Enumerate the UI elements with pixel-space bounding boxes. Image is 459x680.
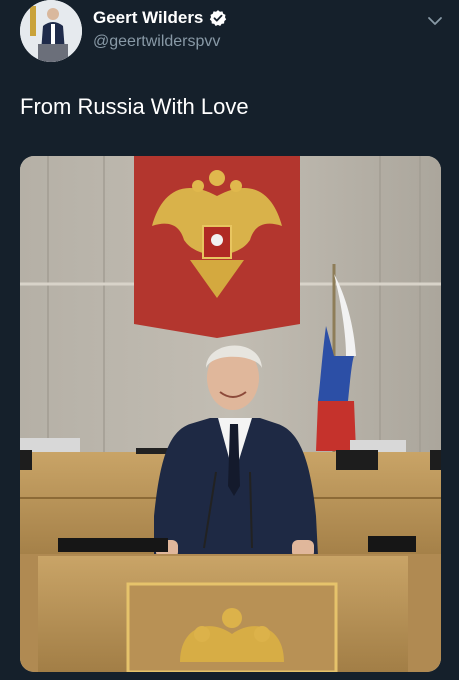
duma-podium-photo [20, 156, 441, 672]
author-display-name[interactable]: Geert Wilders [93, 8, 203, 28]
person-at-podium-avatar-icon [20, 0, 82, 62]
author-name-row: Geert Wilders [93, 8, 227, 28]
author-handle[interactable]: @geertwilderspvv [93, 33, 220, 51]
verified-badge-icon [209, 9, 227, 27]
tweet-media-photo[interactable] [20, 156, 441, 672]
tweet-text: From Russia With Love [20, 94, 249, 119]
author-avatar[interactable] [20, 0, 82, 62]
tweet-card: Geert Wilders @geertwilderspvv From Russ… [0, 0, 459, 680]
chevron-down-icon[interactable] [426, 12, 444, 30]
bottom-edge [0, 672, 459, 680]
